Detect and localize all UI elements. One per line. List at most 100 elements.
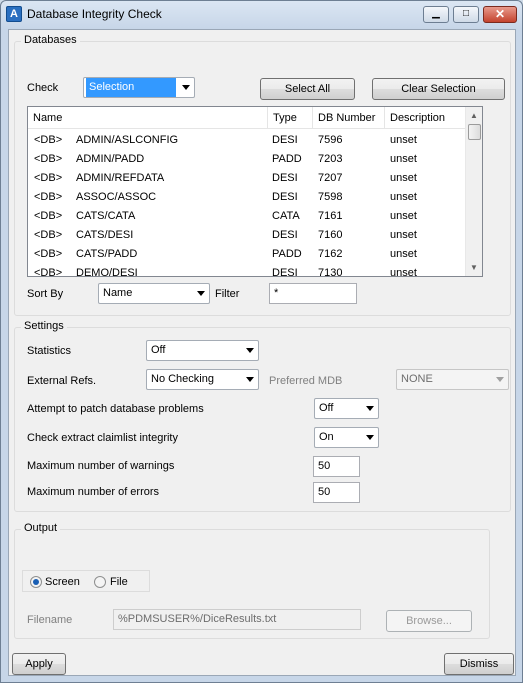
databases-group-label: Databases (21, 34, 80, 46)
cell-name: ADMIN/ASLCONFIG (76, 134, 179, 146)
window-title: Database Integrity Check (27, 7, 162, 21)
max-warnings-label: Maximum number of warnings (27, 460, 175, 472)
cell-description: unset (390, 134, 417, 146)
dismiss-button[interactable]: Dismiss (444, 653, 514, 675)
filter-label: Filter (215, 288, 240, 300)
cell-prefix: <DB> (34, 267, 63, 277)
close-button[interactable]: ✕ (483, 6, 517, 23)
select-all-button[interactable]: Select All (260, 78, 355, 100)
cell-description: unset (390, 229, 417, 241)
cell-type: PADD (272, 248, 302, 260)
settings-group: Settings (14, 320, 511, 512)
file-radio[interactable] (94, 576, 106, 588)
max-errors-label: Maximum number of errors (27, 486, 160, 498)
apply-button[interactable]: Apply (12, 653, 66, 675)
settings-group-label: Settings (21, 320, 67, 332)
preferred-mdb-value: NONE (401, 373, 433, 385)
cell-type: CATA (272, 210, 300, 222)
cell-prefix: <DB> (34, 191, 63, 203)
patch-problems-value: Off (319, 402, 334, 414)
filename-input[interactable]: %PDMSUSER%/DiceResults.txt (113, 609, 361, 630)
cell-prefix: <DB> (34, 229, 63, 241)
cell-prefix: <DB> (34, 172, 63, 184)
preferred-mdb-dropdown[interactable]: NONE (396, 369, 509, 390)
cell-name: CATS/CATA (76, 210, 136, 222)
cell-name: ASSOC/ASSOC (76, 191, 157, 203)
maximize-button[interactable]: □ (453, 6, 479, 23)
statistics-dropdown[interactable]: Off (146, 340, 259, 361)
filter-input[interactable]: * (269, 283, 357, 304)
cell-db-number: 7596 (318, 134, 343, 146)
title-bar[interactable]: A Database Integrity Check ▁ □ ✕ (1, 1, 522, 29)
clear-selection-button[interactable]: Clear Selection (372, 78, 505, 100)
max-errors-input[interactable]: 50 (313, 482, 360, 503)
cell-description: unset (390, 210, 417, 222)
filename-label: Filename (27, 614, 73, 626)
cell-type: DESI (272, 191, 298, 203)
sort-by-dropdown[interactable]: Name (98, 283, 210, 304)
browse-button[interactable]: Browse... (386, 610, 472, 632)
cell-type: DESI (272, 134, 298, 146)
cell-description: unset (390, 153, 417, 165)
database-list[interactable]: Name Type DB Number Description <DB> ADMI… (27, 106, 483, 277)
claimlist-integrity-label: Check extract claimlist integrity (27, 432, 178, 444)
cell-db-number: 7161 (318, 210, 343, 222)
chevron-down-icon (182, 85, 190, 90)
external-refs-dropdown[interactable]: No Checking (146, 369, 259, 390)
table-row[interactable]: <DB> DEMO/DESI DESI 7130 unset (28, 264, 465, 277)
chevron-down-icon (197, 291, 205, 296)
cell-db-number: 7130 (318, 267, 343, 277)
cell-prefix: <DB> (34, 153, 63, 165)
claimlist-integrity-dropdown[interactable]: On (314, 427, 379, 448)
column-header-name[interactable]: Name (28, 107, 268, 129)
screen-radio[interactable] (30, 576, 42, 588)
cell-prefix: <DB> (34, 210, 63, 222)
radio-selected-dot-icon (33, 579, 39, 585)
column-header-db-number[interactable]: DB Number (313, 107, 385, 129)
sort-by-value: Name (103, 287, 133, 299)
cell-db-number: 7160 (318, 229, 343, 241)
patch-problems-dropdown[interactable]: Off (314, 398, 379, 419)
table-row[interactable]: <DB> ADMIN/REFDATA DESI 7207 unset (28, 169, 465, 188)
check-dropdown-value: Selection (86, 78, 176, 97)
cell-name: ADMIN/PADD (76, 153, 145, 165)
cell-description: unset (390, 191, 417, 203)
screen-radio-label[interactable]: Screen (45, 576, 80, 588)
cell-db-number: 7203 (318, 153, 343, 165)
scroll-up-icon[interactable]: ▲ (466, 107, 482, 124)
check-dropdown[interactable]: Selection (83, 77, 195, 98)
cell-description: unset (390, 248, 417, 260)
patch-problems-label: Attempt to patch database problems (27, 403, 204, 415)
scroll-down-icon[interactable]: ▼ (466, 259, 482, 276)
sort-by-label: Sort By (27, 288, 64, 300)
check-label: Check (27, 82, 59, 94)
max-warnings-input[interactable]: 50 (313, 456, 360, 477)
table-row[interactable]: <DB> ADMIN/PADD PADD 7203 unset (28, 150, 465, 169)
table-row[interactable]: <DB> ADMIN/ASLCONFIG DESI 7596 unset (28, 131, 465, 150)
chevron-down-icon (246, 348, 254, 353)
list-header: Name Type DB Number Description (28, 107, 465, 129)
column-header-type[interactable]: Type (268, 107, 313, 129)
minimize-button[interactable]: ▁ (423, 6, 449, 23)
statistics-label: Statistics (27, 345, 72, 357)
table-row[interactable]: <DB> ASSOC/ASSOC DESI 7598 unset (28, 188, 465, 207)
cell-description: unset (390, 172, 417, 184)
scrollbar-thumb[interactable] (468, 124, 481, 140)
dialog-client-area: Databases Check Selection Select All Cle… (8, 29, 516, 676)
table-row[interactable]: <DB> CATS/DESI DESI 7160 unset (28, 226, 465, 245)
statistics-value: Off (151, 344, 166, 356)
cell-db-number: 7598 (318, 191, 343, 203)
table-row[interactable]: <DB> CATS/PADD PADD 7162 unset (28, 245, 465, 264)
cell-type: DESI (272, 172, 298, 184)
output-target-radio-group: Screen File (22, 570, 150, 592)
cell-type: PADD (272, 153, 302, 165)
output-group-label: Output (21, 522, 61, 534)
column-header-description[interactable]: Description (385, 107, 465, 129)
chevron-down-icon (246, 377, 254, 382)
cell-name: CATS/PADD (76, 248, 138, 260)
file-radio-label[interactable]: File (110, 576, 128, 588)
list-vertical-scrollbar[interactable]: ▲ ▼ (465, 107, 482, 276)
table-row[interactable]: <DB> CATS/CATA CATA 7161 unset (28, 207, 465, 226)
cell-type: DESI (272, 229, 298, 241)
app-logo-icon: A (6, 6, 22, 22)
